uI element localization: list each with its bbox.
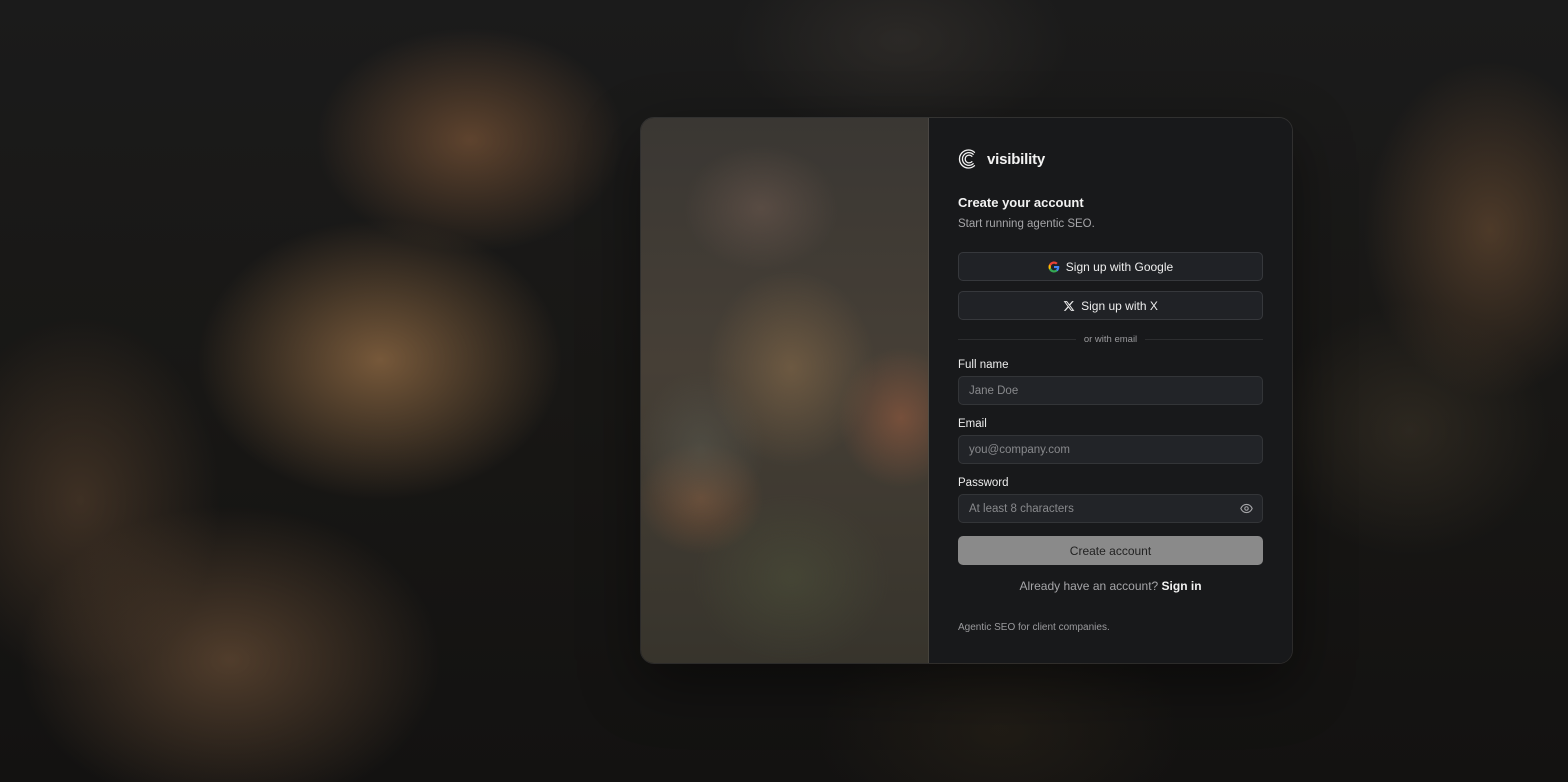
password-input[interactable]	[958, 494, 1263, 523]
x-signup-button[interactable]: Sign up with X	[958, 291, 1263, 320]
full-name-input[interactable]	[958, 376, 1263, 405]
full-name-label: Full name	[958, 359, 1009, 371]
decorative-image-panel	[641, 118, 929, 663]
show-password-toggle[interactable]	[1240, 502, 1253, 515]
signin-row: Already have an account? Sign in	[958, 579, 1263, 593]
divider-line-left	[958, 339, 1076, 340]
footer-note: Agentic SEO for client companies.	[958, 622, 1110, 633]
brand: visibility	[958, 148, 1045, 170]
page-title: Create your account	[958, 195, 1084, 210]
signin-prompt: Already have an account?	[1019, 579, 1159, 593]
x-logo-icon	[1063, 300, 1075, 311]
divider-text: or with email	[1083, 334, 1138, 345]
x-signup-label: Sign up with X	[1081, 298, 1158, 313]
page-subtitle: Start running agentic SEO.	[958, 218, 1095, 230]
divider-line-right	[1145, 339, 1264, 340]
signin-link[interactable]: Sign in	[1162, 579, 1202, 593]
email-input[interactable]	[958, 435, 1263, 464]
google-g-icon	[1048, 261, 1060, 272]
brand-logo-icon	[958, 149, 976, 169]
brand-name: visibility	[987, 150, 1046, 168]
signup-card: visibility Create your account Start run…	[640, 117, 1293, 664]
create-account-button[interactable]: Create account	[958, 536, 1263, 565]
google-signup-button[interactable]: Sign up with Google	[958, 252, 1263, 281]
signup-form-panel: visibility Create your account Start run…	[929, 118, 1292, 663]
email-label: Email	[958, 418, 987, 430]
google-signup-label: Sign up with Google	[1065, 259, 1174, 274]
email-divider: or with email	[958, 334, 1264, 345]
password-label: Password	[958, 477, 1009, 489]
eye-icon	[1240, 503, 1253, 514]
